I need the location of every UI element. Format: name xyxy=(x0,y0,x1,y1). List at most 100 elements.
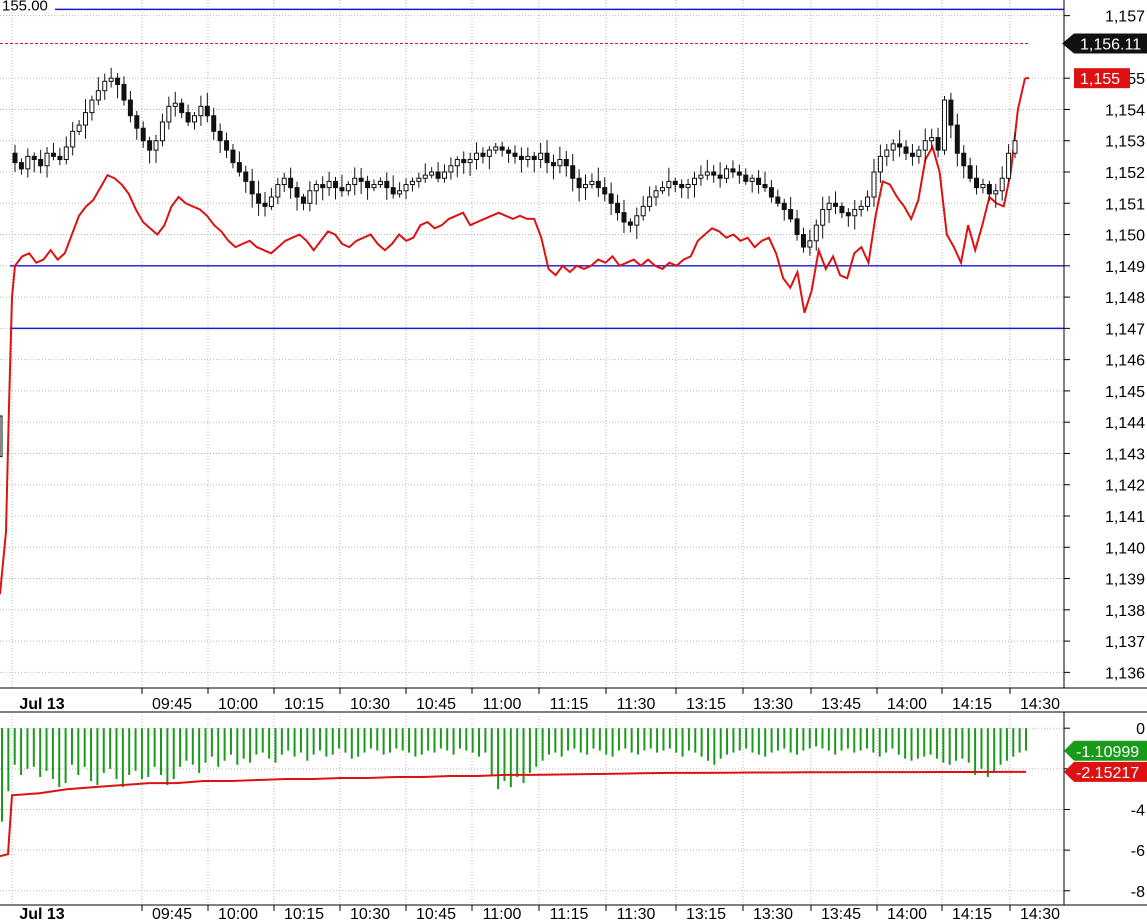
price-tick-label: 1,146 xyxy=(1105,353,1145,370)
candle-body xyxy=(1012,140,1018,154)
price-tick-label: 1,147 xyxy=(1105,321,1145,338)
price-tick-label: 1,153 xyxy=(1105,134,1145,151)
candle-body xyxy=(365,180,371,189)
candle-body xyxy=(358,177,364,182)
price-tick-label: 1,149 xyxy=(1105,259,1145,276)
price-tick-label: 1,150 xyxy=(1105,228,1145,245)
bottom-time-tick-label: 11:00 xyxy=(483,906,522,922)
candle-body xyxy=(204,105,210,117)
candle-body xyxy=(320,184,326,189)
candle-body xyxy=(249,180,255,195)
candle-body xyxy=(326,180,332,189)
candle-body xyxy=(993,190,999,195)
price-tick-label: 1,141 xyxy=(1105,509,1145,526)
candle-body xyxy=(691,177,697,186)
candle-body xyxy=(57,155,63,160)
candle-body xyxy=(102,80,108,92)
candle-body xyxy=(115,77,121,85)
time-tick-label: 14:15 xyxy=(952,696,992,713)
candle-body xyxy=(685,184,691,189)
price-tick-label: 1,148 xyxy=(1105,290,1145,307)
candle-body xyxy=(44,152,50,167)
candle-body xyxy=(140,127,146,142)
candle-body xyxy=(429,171,435,176)
candle-body xyxy=(999,177,1005,192)
candle-body xyxy=(807,240,813,248)
candle-body xyxy=(762,184,768,189)
candle-body xyxy=(903,146,909,154)
candle-body xyxy=(550,162,556,167)
bottom-time-axis: Jul 13 09:45 10:00 10:15 10:30 10:45 11:00 11:1… xyxy=(0,904,1147,922)
top-price-axis: 1,157 1,155 1,154 1,153 1,152 1,151 1,150 1,149… xyxy=(1062,0,1147,688)
candle-body xyxy=(679,184,685,189)
candle-body xyxy=(448,165,454,173)
candle-body xyxy=(743,174,749,182)
candle-body xyxy=(961,152,967,167)
candle-body xyxy=(230,149,236,164)
candle-body xyxy=(95,90,101,101)
candle-body xyxy=(794,218,800,236)
candle-body xyxy=(1006,152,1012,179)
candle-body xyxy=(390,187,396,195)
candle-body xyxy=(666,180,672,189)
candle-body xyxy=(749,177,755,182)
candle-body xyxy=(877,155,883,173)
candle-body xyxy=(698,174,704,179)
time-tick-label: 10:15 xyxy=(284,696,324,713)
candle-body xyxy=(583,184,589,189)
bottom-time-tick-label: 10:15 xyxy=(284,906,324,922)
candles-group xyxy=(0,67,1018,458)
candle-body xyxy=(307,190,313,204)
candle-body xyxy=(121,83,127,101)
candle-body xyxy=(839,205,845,214)
bottom-time-tick-label: 09:45 xyxy=(152,906,192,922)
candle-body xyxy=(775,196,781,204)
candle-body xyxy=(512,152,518,157)
bottom-time-tick-label: 13:45 xyxy=(821,906,861,922)
candle-body xyxy=(768,187,774,198)
candle-body xyxy=(191,115,197,123)
candle-body xyxy=(127,99,133,117)
candle-body xyxy=(480,152,486,157)
chart-root: 155.00 1,1571,1551,1541,1531,1521,1511,1… xyxy=(0,0,1147,922)
candle-body xyxy=(544,152,550,164)
candle-body xyxy=(820,209,826,226)
candle-body xyxy=(897,143,903,148)
candle-body xyxy=(833,202,839,207)
candle-body xyxy=(730,168,736,173)
candle-body xyxy=(627,221,633,226)
value-tick-label: -4 xyxy=(1131,802,1145,819)
candle-body xyxy=(333,180,339,189)
candle-body xyxy=(313,184,319,192)
candle-body xyxy=(602,187,608,195)
price-tick-label: 1,152 xyxy=(1105,165,1145,182)
candle-body xyxy=(275,184,281,198)
candle-body xyxy=(800,234,806,248)
candle-body xyxy=(858,205,864,211)
signal-badge-label: -2.15217 xyxy=(1076,765,1139,782)
candle-edge xyxy=(0,415,3,458)
candle-body xyxy=(38,158,44,167)
bottom-time-tick-label: 11:30 xyxy=(617,906,656,922)
price-tick-label: 1,137 xyxy=(1105,634,1145,651)
candle-body xyxy=(980,184,986,189)
candle-body xyxy=(589,180,595,186)
candle-body xyxy=(871,171,877,198)
candle-body xyxy=(916,149,922,157)
candle-body xyxy=(339,187,345,192)
time-tick-label: Jul 13 xyxy=(19,696,64,713)
bottom-time-tick-label: Jul 13 xyxy=(19,906,64,922)
time-tick-label: 13:15 xyxy=(686,696,726,713)
candle-body xyxy=(608,193,614,204)
candle-body xyxy=(986,184,992,195)
candle-body xyxy=(756,177,762,186)
candle-body xyxy=(922,140,928,151)
signal-line xyxy=(0,770,1026,858)
candle-body xyxy=(826,202,832,211)
candle-body xyxy=(813,224,819,242)
candle-body xyxy=(397,190,403,195)
candle-body xyxy=(83,112,89,126)
top-time-axis: Jul 13 09:45 10:00 10:15 10:30 10:45 11:00 11:1… xyxy=(0,687,1147,713)
candle-body xyxy=(441,171,447,179)
time-tick-label: 09:45 xyxy=(152,696,192,713)
